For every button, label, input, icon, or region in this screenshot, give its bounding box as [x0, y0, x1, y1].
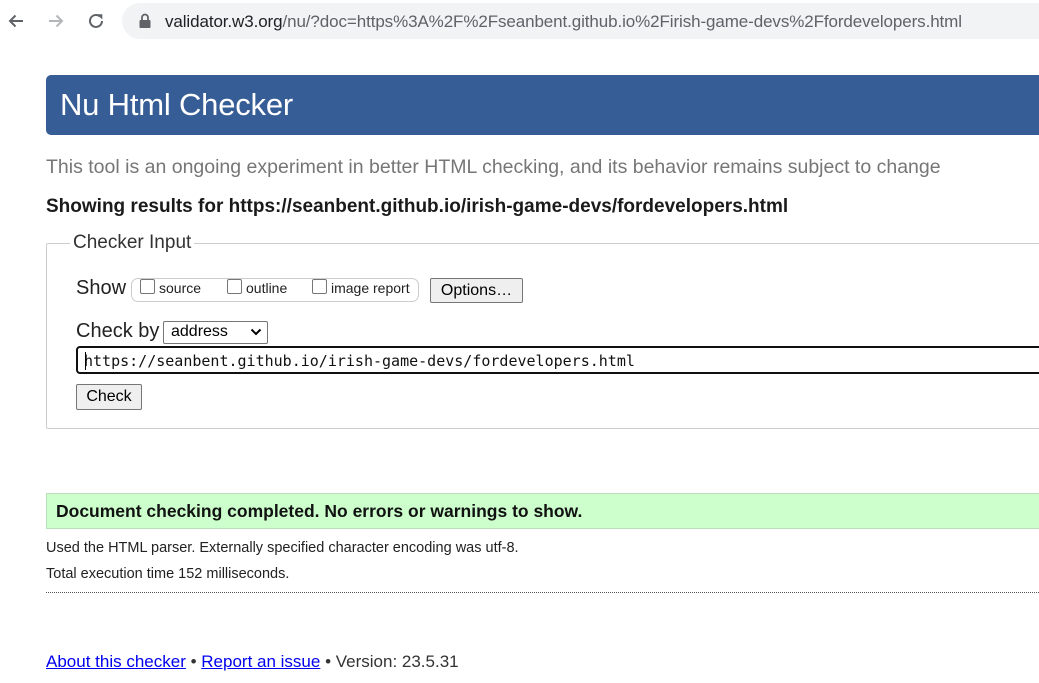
show-image-report-label: image report: [331, 280, 410, 296]
checkbox-box[interactable]: [312, 278, 327, 294]
reload-icon: [89, 13, 103, 28]
arrow-left-icon: [8, 14, 23, 28]
checkbox-box[interactable]: [227, 278, 242, 294]
chevron-down-icon: [250, 328, 262, 336]
footer-separator: •: [185, 652, 202, 671]
show-image-report-checkbox[interactable]: image report: [312, 278, 410, 296]
checker-input-legend: Checker Input: [70, 232, 195, 254]
check-by-label: Check by: [76, 320, 160, 342]
address-bar[interactable]: validator.w3.org/nu/?doc=https%3A%2F%2Fs…: [122, 3, 1039, 39]
show-outline-checkbox[interactable]: outline: [227, 278, 288, 296]
forward-button[interactable]: [42, 7, 70, 35]
text-cursor: [85, 352, 86, 370]
lock-icon[interactable]: [138, 13, 152, 29]
success-message-box: Document checking completed. No errors o…: [46, 493, 1039, 529]
page-title: Nu Html Checker: [60, 87, 293, 122]
results-heading: Showing results for https://seanbent.git…: [46, 196, 789, 217]
document-url-input[interactable]: https://seanbent.github.io/irish-game-de…: [76, 346, 1039, 374]
show-source-checkbox[interactable]: source: [140, 278, 202, 296]
reload-button[interactable]: [82, 7, 110, 35]
check-by-value: address: [171, 323, 228, 340]
report-issue-link[interactable]: Report an issue: [201, 652, 320, 671]
header-banner: Nu Html Checker: [46, 75, 1039, 135]
back-button[interactable]: [2, 7, 30, 35]
browser-toolbar: validator.w3.org/nu/?doc=https%3A%2F%2Fs…: [0, 0, 1039, 44]
show-outline-label: outline: [246, 280, 288, 296]
check-by-select[interactable]: address: [163, 321, 268, 344]
divider: [46, 592, 1039, 593]
execution-time: Total execution time 152 milliseconds.: [46, 566, 290, 582]
parser-info: Used the HTML parser. Externally specifi…: [46, 540, 519, 556]
url-path: /nu/?doc=https%3A%2F%2Fseanbent.github.i…: [282, 12, 962, 31]
show-options-group: source outline image report: [131, 278, 419, 302]
url-host: validator.w3.org: [165, 12, 283, 31]
success-message: Document checking completed. No errors o…: [56, 501, 583, 521]
check-button[interactable]: Check: [76, 384, 142, 410]
document-url-value: https://seanbent.github.io/irish-game-de…: [84, 352, 635, 370]
show-label: Show: [76, 277, 127, 299]
show-source-label: source: [159, 280, 202, 296]
about-link[interactable]: About this checker: [46, 652, 186, 671]
version-text: Version: 23.5.31: [335, 652, 459, 671]
footer-separator: •: [320, 652, 336, 671]
options-button[interactable]: Options…: [430, 278, 523, 303]
footer: About this checker • Report an issue • V…: [46, 652, 459, 672]
checkbox-box[interactable]: [140, 278, 155, 294]
page-content: Nu Html Checker This tool is an ongoing …: [0, 44, 1039, 683]
arrow-right-icon: [49, 14, 64, 28]
address-bar-url: validator.w3.org/nu/?doc=https%3A%2F%2Fs…: [165, 12, 962, 32]
tagline: This tool is an ongoing experiment in be…: [46, 156, 941, 178]
